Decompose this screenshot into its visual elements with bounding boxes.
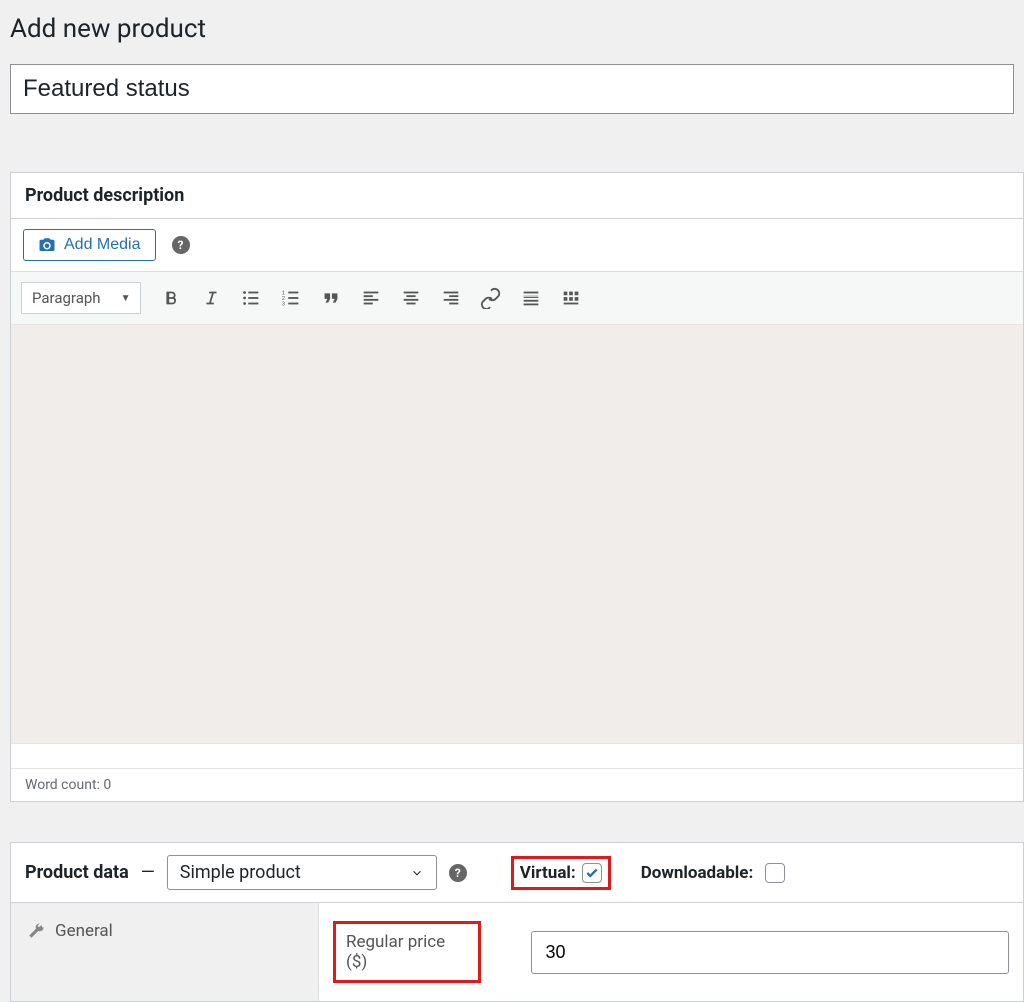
editor-footer: Word count: 0 [11, 768, 1023, 801]
bold-button[interactable] [153, 280, 189, 316]
product-title-input[interactable] [10, 64, 1014, 114]
regular-price-label: Regular price ($) [346, 932, 445, 972]
align-left-button[interactable] [353, 280, 389, 316]
bullet-list-button[interactable] [233, 280, 269, 316]
product-data-header: Product data — Simple product ? Virtual:… [11, 843, 1023, 903]
camera-icon [38, 236, 56, 254]
regular-price-label-highlight: Regular price ($) [333, 921, 481, 983]
insert-more-button[interactable] [513, 280, 549, 316]
product-data-content: Regular price ($) [319, 903, 1023, 1001]
product-data-body: General Regular price ($) [11, 903, 1023, 1001]
product-title-wrap [10, 64, 1014, 114]
page-title: Add new product [0, 0, 1024, 44]
product-data-title: Product data [25, 862, 129, 883]
regular-price-input[interactable] [531, 931, 1009, 974]
downloadable-label: Downloadable: [641, 863, 754, 883]
downloadable-checkbox[interactable] [765, 863, 785, 883]
blockquote-button[interactable] [313, 280, 349, 316]
media-row: Add Media ? [11, 219, 1023, 271]
add-media-button[interactable]: Add Media [23, 229, 156, 261]
toolbar-toggle-button[interactable] [553, 280, 589, 316]
format-select[interactable]: Paragraph ▼ [21, 282, 141, 314]
tab-general-label: General [55, 921, 113, 941]
format-select-label: Paragraph [32, 289, 101, 307]
wrench-icon [27, 922, 45, 940]
virtual-label: Virtual: [520, 863, 576, 883]
product-type-select[interactable]: Simple product [167, 855, 437, 890]
numbered-list-button[interactable]: 123 [273, 280, 309, 316]
editor-content-area[interactable] [11, 324, 1023, 744]
caret-down-icon: ▼ [121, 293, 131, 304]
product-description-panel: Product description Add Media ? Paragrap… [10, 172, 1024, 802]
virtual-highlight: Virtual: [511, 856, 611, 890]
insert-link-button[interactable] [473, 280, 509, 316]
svg-text:3: 3 [282, 301, 285, 307]
virtual-checkbox[interactable] [582, 863, 602, 883]
panel-header-description: Product description [11, 173, 1023, 219]
product-data-dash: — [141, 862, 155, 883]
product-type-selected: Simple product [180, 862, 301, 883]
word-count-label: Word count: 0 [25, 777, 111, 793]
align-center-button[interactable] [393, 280, 429, 316]
align-right-button[interactable] [433, 280, 469, 316]
italic-button[interactable] [193, 280, 229, 316]
add-media-label: Add Media [64, 236, 141, 254]
help-icon[interactable]: ? [449, 864, 467, 882]
product-data-tabs: General [11, 903, 319, 1001]
help-icon[interactable]: ? [172, 236, 190, 254]
editor-spacer [11, 744, 1023, 768]
tab-general[interactable]: General [11, 903, 318, 959]
product-data-panel: Product data — Simple product ? Virtual:… [10, 842, 1024, 1002]
editor-toolbar: Paragraph ▼ 123 [11, 271, 1023, 324]
chevron-down-icon [410, 866, 424, 880]
